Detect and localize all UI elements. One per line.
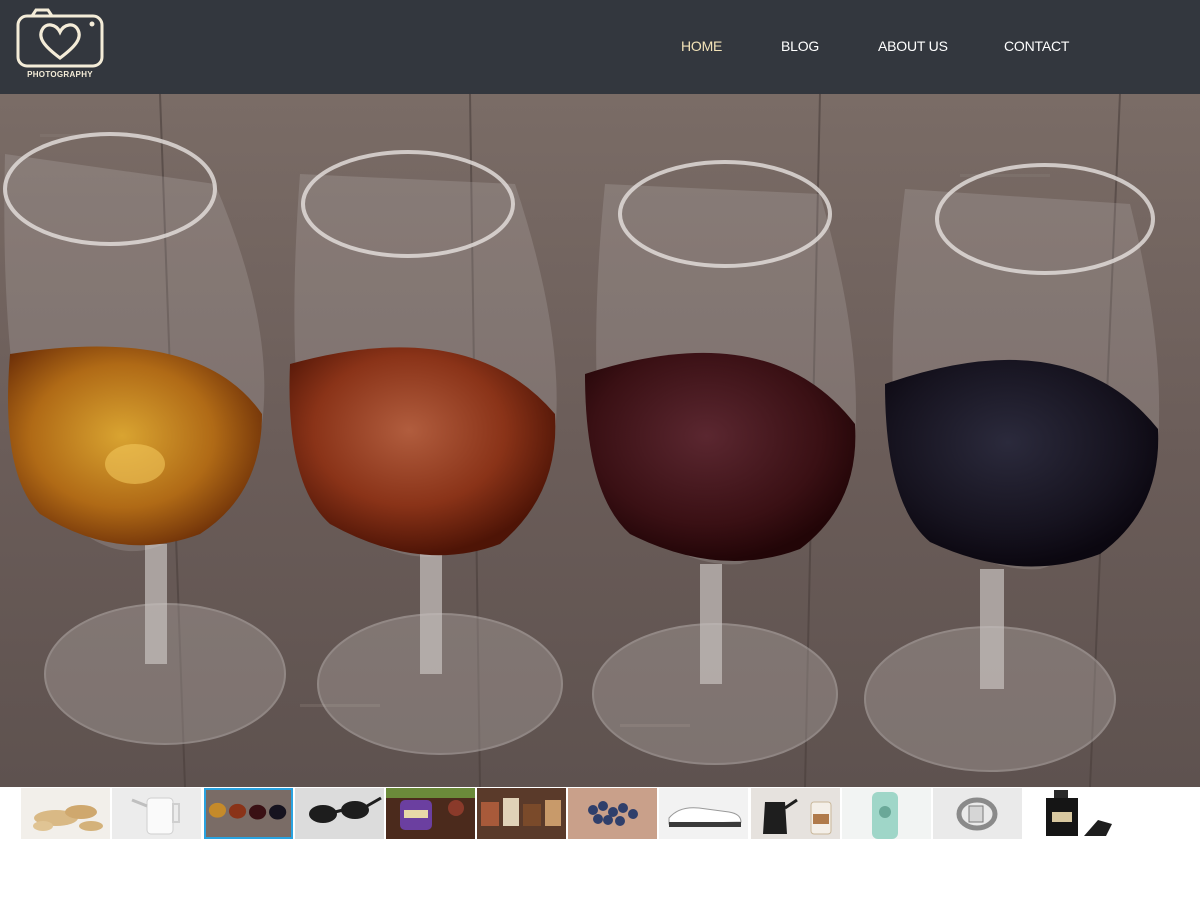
thumbnail-wine-glasses[interactable] xyxy=(204,788,293,839)
nav-about-us[interactable]: ABOUT US xyxy=(878,38,948,54)
nav-contact[interactable]: CONTACT xyxy=(1004,38,1069,54)
thumbnail-purple-product-jar[interactable] xyxy=(386,788,475,839)
hero-image xyxy=(0,94,1200,787)
glass-3 xyxy=(585,160,856,765)
glass-2 xyxy=(289,150,563,755)
nav-blog[interactable]: BLOG xyxy=(781,38,819,54)
site-header: PHOTOGRAPHY HOME BLOG ABOUT US CONTACT xyxy=(0,0,1200,94)
thumbnail-sunglasses[interactable] xyxy=(295,788,384,839)
logo-text: PHOTOGRAPHY xyxy=(27,70,93,79)
main-nav: HOME BLOG ABOUT US CONTACT xyxy=(0,38,1200,58)
nav-home[interactable]: HOME xyxy=(681,38,722,54)
thumbnail-sneaker[interactable] xyxy=(659,788,748,839)
thumbnail-ginger-root[interactable] xyxy=(21,788,110,839)
thumbnail-bracelet[interactable] xyxy=(933,788,1022,839)
wine-glasses-photo xyxy=(0,94,1200,787)
thumbnail-strip xyxy=(21,788,1121,839)
thumbnail-coffee-kettle-cup[interactable] xyxy=(751,788,840,839)
thumbnail-perfume-bottle[interactable] xyxy=(1024,788,1113,839)
thumbnail-blueberries-in-hands[interactable] xyxy=(568,788,657,839)
thumbnail-market-stall[interactable] xyxy=(477,788,566,839)
thumbnail-white-kettle[interactable] xyxy=(112,788,201,839)
thumbnail-mint-bottle[interactable] xyxy=(842,788,931,839)
